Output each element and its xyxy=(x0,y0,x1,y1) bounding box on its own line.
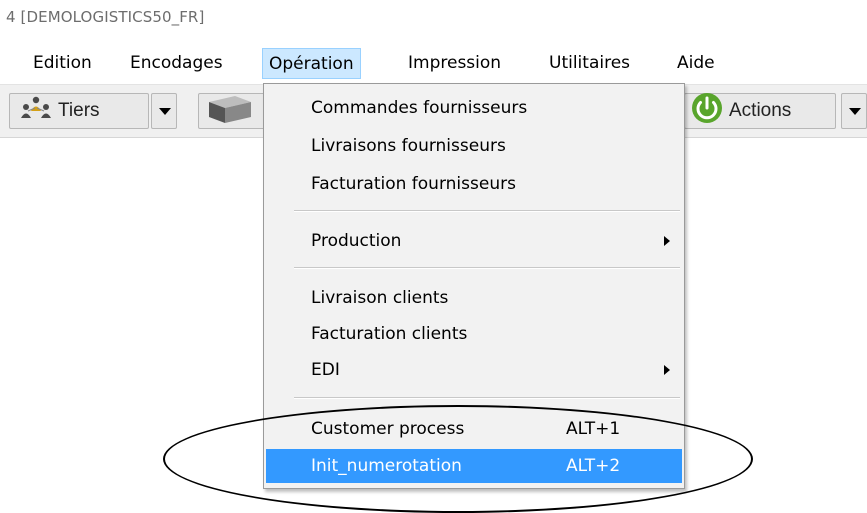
menu-encodages[interactable]: Encodages xyxy=(124,48,229,79)
menu-edition[interactable]: Edition xyxy=(27,48,98,79)
menu-item-shortcut: ALT+1 xyxy=(566,419,621,439)
menu-item-label: Commandes fournisseurs xyxy=(311,98,528,118)
menu-impression[interactable]: Impression xyxy=(402,48,507,79)
box-icon xyxy=(205,92,255,130)
operation-dropdown-menu: Commandes fournisseurs Livraisons fourni… xyxy=(263,83,685,489)
menu-item-label: Livraisons fournisseurs xyxy=(311,136,506,156)
submenu-arrow-icon xyxy=(664,365,670,375)
menu-item-livraison-clients[interactable]: Livraison clients xyxy=(266,281,682,315)
menu-item-customer-process[interactable]: Customer process ALT+1 xyxy=(266,412,682,446)
people-icon xyxy=(18,95,54,127)
menu-utilitaires[interactable]: Utilitaires xyxy=(543,48,636,79)
tiers-dropdown-button[interactable] xyxy=(151,93,177,129)
menu-item-label: Init_numerotation xyxy=(311,456,462,476)
menu-item-facturation-clients[interactable]: Facturation clients xyxy=(266,317,682,351)
tiers-label: Tiers xyxy=(58,100,100,121)
menu-item-facturation-fournisseurs[interactable]: Facturation fournisseurs xyxy=(266,167,682,201)
actions-dropdown-button[interactable] xyxy=(841,93,867,129)
submenu-arrow-icon xyxy=(664,236,670,246)
menu-item-label: EDI xyxy=(311,360,340,380)
menu-item-production[interactable]: Production xyxy=(266,224,682,258)
menu-item-livraisons-fournisseurs[interactable]: Livraisons fournisseurs xyxy=(266,129,682,163)
menu-item-label: Production xyxy=(311,231,402,251)
menu-separator xyxy=(294,267,680,269)
menu-item-init-numerotation[interactable]: Init_numerotation ALT+2 xyxy=(266,449,682,483)
menu-operation[interactable]: Opération xyxy=(262,48,361,79)
menu-separator xyxy=(294,210,680,212)
menu-item-label: Facturation clients xyxy=(311,324,468,344)
actions-button[interactable]: Actions xyxy=(684,93,836,129)
window-title: 4 [DEMOLOGISTICS50_FR] xyxy=(6,8,205,26)
tiers-button[interactable]: Tiers xyxy=(9,93,149,129)
menu-item-commandes-fournisseurs[interactable]: Commandes fournisseurs xyxy=(266,91,682,125)
actions-label: Actions xyxy=(729,100,792,121)
menu-item-label: Facturation fournisseurs xyxy=(311,174,516,194)
menu-aide[interactable]: Aide xyxy=(671,48,721,79)
menu-item-label: Livraison clients xyxy=(311,288,449,308)
menu-item-edi[interactable]: EDI xyxy=(266,353,682,387)
menu-item-label: Customer process xyxy=(311,419,465,439)
menu-item-shortcut: ALT+2 xyxy=(566,456,621,476)
menu-bar: Edition Encodages Opération Impression U… xyxy=(0,43,867,83)
box-button[interactable] xyxy=(198,93,268,129)
power-icon xyxy=(689,91,725,131)
menu-separator xyxy=(294,397,680,399)
